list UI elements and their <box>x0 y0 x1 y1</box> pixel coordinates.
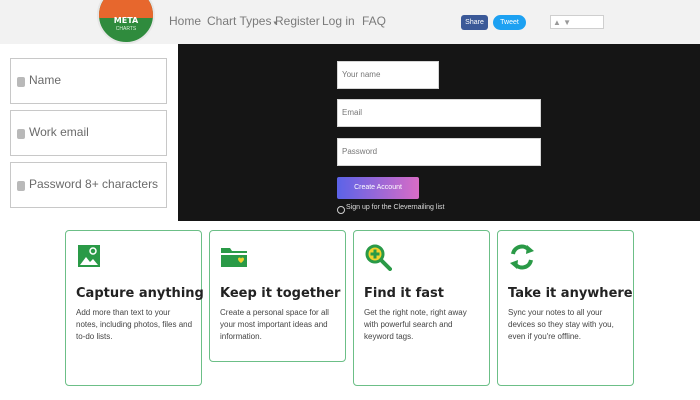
feature-title: Capture anything <box>76 286 204 301</box>
your-name-placeholder: Your name <box>342 70 381 79</box>
name-input[interactable]: Name <box>10 58 167 104</box>
your-name-input[interactable]: Your name <box>337 61 439 89</box>
logo-subtext: CHARTS <box>115 26 137 32</box>
signup-checkbox-label: Sign up for the Clevernailing list <box>346 204 445 211</box>
nav-register[interactable]: Register <box>275 14 320 28</box>
create-account-button[interactable]: Create Account <box>337 177 419 199</box>
folder-heart-icon <box>220 243 247 269</box>
feature-body: Create a personal space for all your mos… <box>220 308 329 341</box>
feature-card-find: Find it fast Get the right note, right a… <box>353 230 490 386</box>
email-input[interactable]: Email <box>337 99 541 127</box>
nav-login[interactable]: Log in <box>322 14 355 28</box>
name-placeholder: Name <box>29 73 62 87</box>
envelope-icon <box>17 129 25 139</box>
password-input[interactable]: Password 8+ characters <box>10 162 167 208</box>
signup-checkbox[interactable] <box>337 206 345 214</box>
logo-text: META <box>113 16 139 25</box>
feature-body: Get the right note, right away with powe… <box>364 308 467 341</box>
feature-body: Add more than text to your notes, includ… <box>76 308 193 341</box>
lock-icon <box>17 181 25 191</box>
password-placeholder: Password 8+ characters <box>29 177 159 191</box>
nav-home[interactable]: Home <box>169 14 201 28</box>
photo-attach-icon <box>76 243 102 269</box>
create-account-label: Create Account <box>354 184 402 191</box>
feature-card-anywhere: Take it anywhere Sync your notes to all … <box>497 230 634 386</box>
tweet-button[interactable]: Tweet <box>493 15 526 30</box>
work-email-placeholder: Work email <box>29 125 89 139</box>
facebook-share-button[interactable]: Share <box>461 15 488 30</box>
dark-password-input[interactable]: Password <box>337 138 541 166</box>
tweet-label: Tweet <box>500 19 519 26</box>
feature-title: Take it anywhere <box>508 286 633 301</box>
feature-card-together: Keep it together Create a personal space… <box>209 230 346 362</box>
person-icon <box>17 77 25 87</box>
site-logo[interactable]: META CHARTS <box>97 0 155 44</box>
work-email-input[interactable]: Work email <box>10 110 167 156</box>
nav-faq[interactable]: FAQ <box>362 14 386 28</box>
nav-chart-types[interactable]: Chart Types ▾ <box>207 14 277 28</box>
feature-card-capture: Capture anything Add more than text to y… <box>65 230 204 386</box>
share-label: Share <box>465 19 484 26</box>
rating-widget[interactable]: ▲ ▼ <box>550 15 604 29</box>
signup-panel <box>178 44 700 221</box>
top-navigation-bar: META CHARTS Home Chart Types ▾ Register L… <box>0 0 700 44</box>
dark-password-placeholder: Password <box>342 147 378 156</box>
email-placeholder: Email <box>342 108 363 117</box>
nav-chart-types-label: Chart Types <box>207 14 272 28</box>
feature-title: Keep it together <box>220 286 341 301</box>
feature-title: Find it fast <box>364 286 444 301</box>
feature-body: Sync your notes to all your devices so t… <box>508 308 614 341</box>
sync-arrows-icon <box>508 243 534 270</box>
vote-arrows-icon: ▲ ▼ <box>553 18 572 27</box>
magnifier-plus-icon <box>364 243 392 271</box>
